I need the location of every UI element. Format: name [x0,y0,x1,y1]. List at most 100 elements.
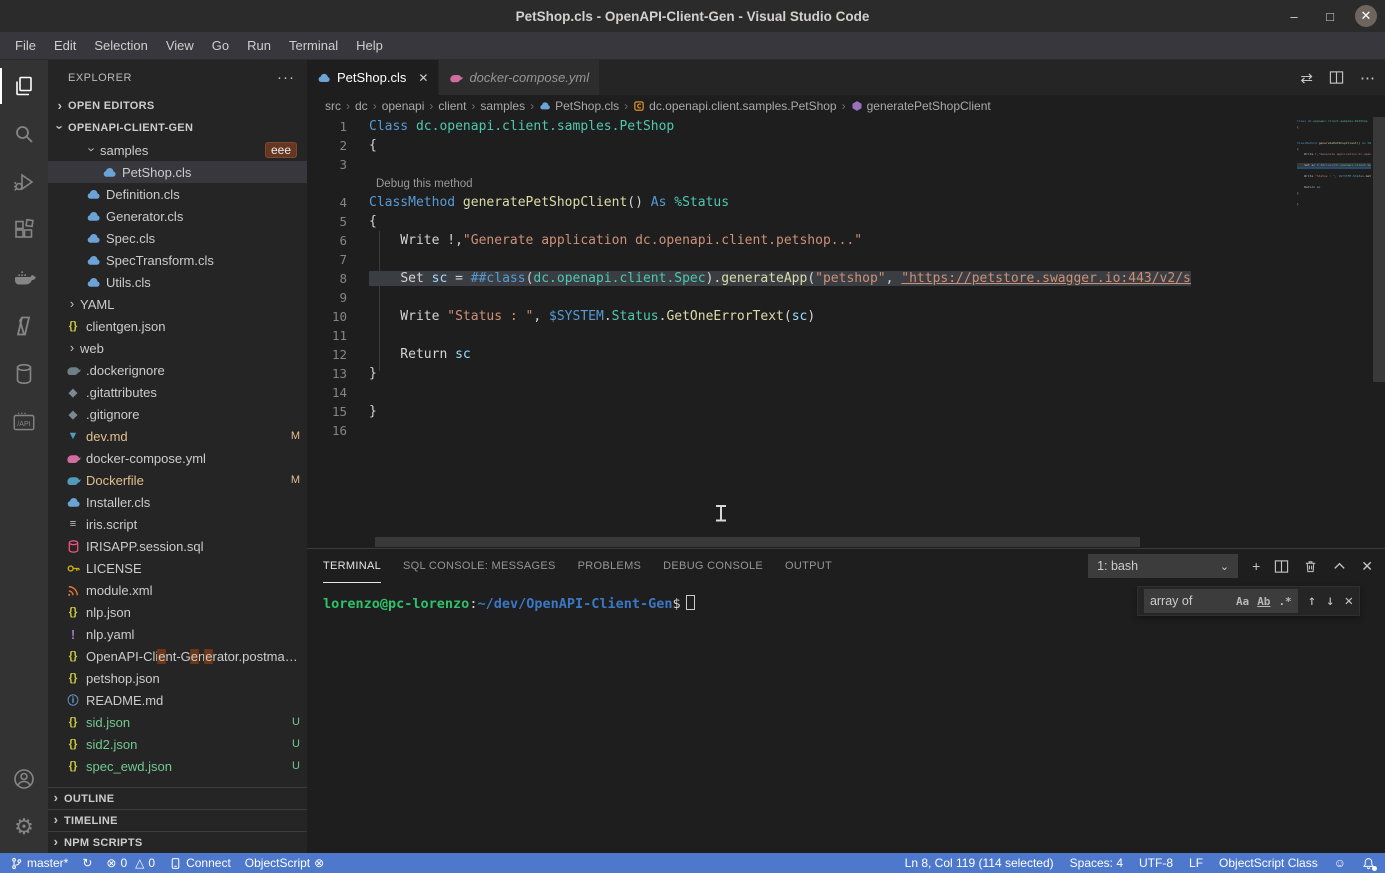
menu-file[interactable]: File [6,32,45,59]
tree-item-dockerignore[interactable]: .dockerignore [48,359,307,381]
vertical-scrollbar[interactable] [1373,117,1385,382]
close-panel-icon[interactable]: ✕ [1361,558,1373,575]
run-debug-icon[interactable] [0,158,48,206]
tree-item-openapi-client-generator-postman[interactable]: {}OpenAPI-Client-Generator.postman… [48,645,307,667]
tree-item-samples[interactable]: ›sampleseee [48,139,307,161]
section-outline[interactable]: ›OUTLINE [48,787,307,809]
compare-changes-icon[interactable]: ⇄ [1300,69,1313,87]
tree-item-gitattributes[interactable]: ◆.gitattributes [48,381,307,403]
search-icon[interactable] [0,110,48,158]
language-mode-item[interactable]: ObjectScript Class [1219,856,1318,870]
tree-item-nlp-yaml[interactable]: !nlp.yaml [48,623,307,645]
tree-item-spec-ewd-json[interactable]: {}spec_ewd.jsonU [48,755,307,777]
tree-item-dev-md[interactable]: ▼dev.mdM [48,425,307,447]
indentation-item[interactable]: Spaces: 4 [1070,856,1123,870]
panel-tab-sql-console-messages[interactable]: SQL CONSOLE: MESSAGES [403,549,556,583]
new-terminal-icon[interactable]: + [1252,558,1260,574]
cursor-position-item[interactable]: Ln 8, Col 119 (114 selected) [905,856,1054,870]
tree-item-yaml[interactable]: ›YAML [48,293,307,315]
problems-item[interactable]: ⊗0 △0 [106,856,155,870]
rest-api-icon[interactable]: /API [0,398,48,446]
breadcrumb-src[interactable]: src [325,99,341,113]
kill-terminal-icon[interactable] [1303,559,1318,574]
tree-item-nlp-json[interactable]: {}nlp.json [48,601,307,623]
panel-tab-output[interactable]: OUTPUT [785,549,832,583]
menu-help[interactable]: Help [347,32,392,59]
menu-edit[interactable]: Edit [45,32,85,59]
tree-item-installer-cls[interactable]: Installer.cls [48,491,307,513]
feedback-icon[interactable]: ☺ [1334,856,1346,870]
encoding-item[interactable]: UTF-8 [1139,856,1173,870]
tree-item-sid-json[interactable]: {}sid.jsonU [48,711,307,733]
terminal-shell-select[interactable]: 1: bash ⌄ [1088,554,1238,578]
tree-item-iris-script[interactable]: ≡iris.script [48,513,307,535]
objectscript-status-item[interactable]: ObjectScript ⊗ [245,856,324,870]
settings-gear-icon[interactable]: ⚙ [0,803,48,851]
menu-view[interactable]: View [157,32,203,59]
breadcrumb-samples[interactable]: samples [480,99,525,113]
tree-item-dockerfile[interactable]: DockerfileM [48,469,307,491]
intersystems-objectscript-icon[interactable] [0,302,48,350]
panel-tab-terminal[interactable]: TERMINAL [323,549,381,583]
breadcrumb-petshop-cls[interactable]: PetShop.cls [539,99,619,113]
tree-item-utils-cls[interactable]: Utils.cls [48,271,307,293]
close-tab-icon[interactable]: ✕ [418,71,428,85]
panel-tab-problems[interactable]: PROBLEMS [578,549,642,583]
open-editors-section[interactable]: › OPEN EDITORS [48,95,307,117]
connect-item[interactable]: Connect [169,856,231,870]
explorer-icon[interactable] [0,62,48,110]
database-icon[interactable] [0,350,48,398]
workspace-root-section[interactable]: › OPENAPI-CLIENT-GEN [48,117,307,139]
section-npm-scripts[interactable]: ›NPM SCRIPTS [48,831,307,853]
notifications-bell-icon[interactable] [1362,857,1375,870]
tree-item-readme-md[interactable]: ⓘREADME.md [48,689,307,711]
tree-item-web[interactable]: ›web [48,337,307,359]
tree-item-docker-compose-yml[interactable]: docker-compose.yml [48,447,307,469]
breadcrumb-generatepetshopclient[interactable]: generatePetShopClient [851,99,991,113]
find-close-icon[interactable]: ✕ [1345,593,1353,609]
account-icon[interactable] [0,755,48,803]
find-next-icon[interactable]: ↓ [1326,593,1334,609]
menu-run[interactable]: Run [238,32,280,59]
code-editor[interactable]: 1Class dc.openapi.client.samples.PetShop… [307,117,1385,548]
tree-item-spec-cls[interactable]: Spec.cls [48,227,307,249]
menu-terminal[interactable]: Terminal [280,32,347,59]
tree-item-sid2-json[interactable]: {}sid2.jsonU [48,733,307,755]
menu-selection[interactable]: Selection [85,32,156,59]
codelens-debug-this-method[interactable]: Debug this method [307,174,1371,193]
git-branch-item[interactable]: master* [10,856,68,870]
breadcrumb-dc[interactable]: dc [355,99,368,113]
tree-item-module-xml[interactable]: module.xml [48,579,307,601]
tree-item-generator-cls[interactable]: Generator.cls [48,205,307,227]
tab-docker-compose-yml[interactable]: docker-compose.yml [439,60,600,95]
breadcrumb-client[interactable]: client [438,99,466,113]
close-button[interactable]: ✕ [1355,5,1377,27]
maximize-panel-icon[interactable] [1332,559,1347,574]
find-previous-icon[interactable]: ↑ [1308,593,1316,609]
menu-go[interactable]: Go [203,32,238,59]
split-terminal-icon[interactable] [1274,559,1289,574]
tree-item-license[interactable]: LICENSE [48,557,307,579]
breadcrumb-dc-openapi-client-samples-petshop[interactable]: dc.openapi.client.samples.PetShop [633,99,836,113]
horizontal-scrollbar[interactable] [375,537,1140,547]
sidebar-more-actions-icon[interactable]: ··· [277,69,295,86]
tree-item-irisapp-session-sql[interactable]: IRISAPP.session.sql [48,535,307,557]
maximize-button[interactable]: □ [1319,5,1341,27]
minimap[interactable]: 1Class dc.openapi.client.samples.PetShop… [1297,119,1371,213]
terminal[interactable]: Aa Ab .* ↑ ↓ ✕ lorenzo@pc-lorenzo:~/dev/… [307,583,1385,853]
tree-item-spectransform-cls[interactable]: SpecTransform.cls [48,249,307,271]
eol-item[interactable]: LF [1189,856,1203,870]
tab-petshop-cls[interactable]: PetShop.cls✕ [307,60,439,95]
extensions-icon[interactable] [0,206,48,254]
whole-word-icon[interactable]: Ab [1257,595,1270,608]
sync-icon[interactable]: ↻ [82,856,92,870]
tree-item-clientgen-json[interactable]: {}clientgen.json [48,315,307,337]
panel-tab-debug-console[interactable]: DEBUG CONSOLE [663,549,763,583]
match-case-icon[interactable]: Aa [1236,595,1249,608]
tree-item-definition-cls[interactable]: Definition.cls [48,183,307,205]
more-actions-icon[interactable]: ⋯ [1360,69,1375,87]
docker-icon[interactable] [0,254,48,302]
tree-item-gitignore[interactable]: ◆.gitignore [48,403,307,425]
tree-item-petshop-cls[interactable]: PetShop.cls [48,161,307,183]
regex-icon[interactable]: .* [1278,595,1291,608]
